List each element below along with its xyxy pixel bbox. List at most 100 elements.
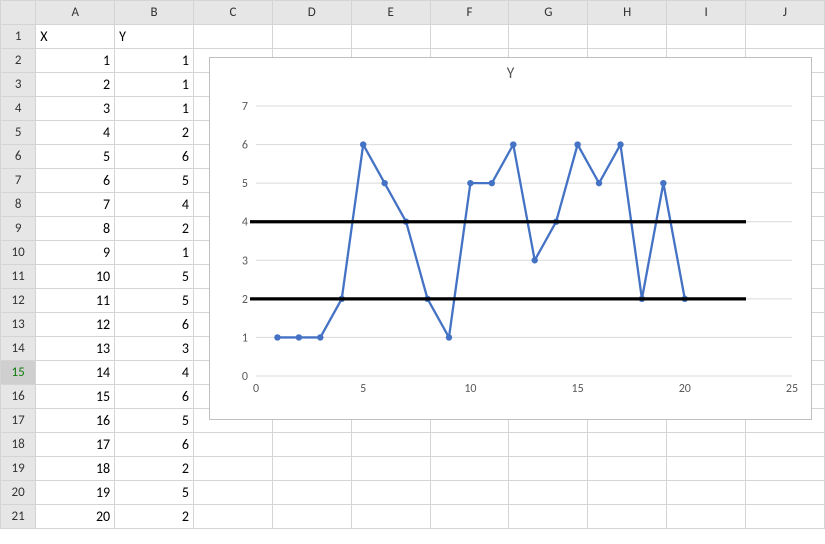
cell[interactable] (272, 505, 351, 529)
cell[interactable]: 9 (36, 241, 115, 265)
cell[interactable]: 16 (36, 409, 115, 433)
cell[interactable] (746, 25, 825, 49)
cell[interactable]: 3 (115, 337, 194, 361)
cell[interactable]: 1 (115, 241, 194, 265)
cell[interactable]: 5 (115, 409, 194, 433)
cell[interactable] (351, 505, 430, 529)
cell[interactable]: 17 (36, 433, 115, 457)
row-header[interactable]: 2 (1, 49, 36, 73)
row-header[interactable]: 12 (1, 289, 36, 313)
cell[interactable]: 1 (115, 49, 194, 73)
cell[interactable] (509, 481, 588, 505)
row-header[interactable]: 7 (1, 169, 36, 193)
cell[interactable] (746, 457, 825, 481)
cell[interactable]: 18 (36, 457, 115, 481)
column-header[interactable]: D (272, 1, 351, 25)
cell[interactable] (351, 481, 430, 505)
cell[interactable]: 3 (36, 97, 115, 121)
row-header[interactable]: 1 (1, 25, 36, 49)
row-header[interactable]: 21 (1, 505, 36, 529)
cell[interactable] (430, 481, 509, 505)
row-header[interactable]: 4 (1, 97, 36, 121)
row-header[interactable]: 17 (1, 409, 36, 433)
row-header[interactable]: 8 (1, 193, 36, 217)
row-header[interactable]: 9 (1, 217, 36, 241)
cell[interactable] (588, 505, 667, 529)
row-header[interactable]: 15 (1, 361, 36, 385)
column-header[interactable]: J (746, 1, 825, 25)
cell[interactable]: 5 (36, 145, 115, 169)
cell[interactable]: 8 (36, 217, 115, 241)
cell[interactable]: 12 (36, 313, 115, 337)
row-header[interactable]: 20 (1, 481, 36, 505)
select-all-corner[interactable] (1, 1, 36, 25)
cell[interactable]: 2 (115, 217, 194, 241)
cell[interactable] (351, 433, 430, 457)
row-header[interactable]: 19 (1, 457, 36, 481)
row-header[interactable]: 16 (1, 385, 36, 409)
cell[interactable] (194, 433, 273, 457)
cell[interactable] (272, 457, 351, 481)
cell[interactable]: 15 (36, 385, 115, 409)
cell[interactable] (588, 25, 667, 49)
cell[interactable] (667, 505, 746, 529)
cell[interactable] (430, 457, 509, 481)
cell[interactable] (588, 433, 667, 457)
cell[interactable]: 6 (36, 169, 115, 193)
cell[interactable]: 6 (115, 313, 194, 337)
embedded-chart[interactable]: Y 012345670510152025 (209, 57, 812, 420)
row-header[interactable]: 18 (1, 433, 36, 457)
column-header[interactable]: H (588, 1, 667, 25)
cell[interactable] (272, 481, 351, 505)
cell[interactable] (272, 433, 351, 457)
cell[interactable] (746, 505, 825, 529)
cell[interactable]: 1 (115, 97, 194, 121)
cell[interactable]: 11 (36, 289, 115, 313)
row-header[interactable]: 3 (1, 73, 36, 97)
cell[interactable] (509, 457, 588, 481)
cell[interactable] (746, 481, 825, 505)
cell[interactable] (430, 433, 509, 457)
cell[interactable]: 14 (36, 361, 115, 385)
column-header[interactable]: I (667, 1, 746, 25)
cell[interactable]: 4 (115, 193, 194, 217)
row-header[interactable]: 11 (1, 265, 36, 289)
cell[interactable] (351, 25, 430, 49)
cell[interactable]: 5 (115, 169, 194, 193)
column-header[interactable]: F (430, 1, 509, 25)
cell[interactable]: 6 (115, 145, 194, 169)
cell[interactable] (194, 505, 273, 529)
cell[interactable] (430, 25, 509, 49)
cell[interactable]: X (36, 25, 115, 49)
cell[interactable]: 7 (36, 193, 115, 217)
cell[interactable] (588, 481, 667, 505)
cell[interactable]: 2 (36, 73, 115, 97)
cell[interactable]: 4 (36, 121, 115, 145)
cell[interactable] (272, 25, 351, 49)
row-header[interactable]: 14 (1, 337, 36, 361)
cell[interactable] (509, 25, 588, 49)
cell[interactable]: 10 (36, 265, 115, 289)
cell[interactable]: 5 (115, 265, 194, 289)
row-header[interactable]: 6 (1, 145, 36, 169)
column-header[interactable]: E (351, 1, 430, 25)
cell[interactable] (667, 457, 746, 481)
column-header[interactable]: B (115, 1, 194, 25)
cell[interactable]: 6 (115, 385, 194, 409)
column-header[interactable]: A (36, 1, 115, 25)
cell[interactable] (194, 457, 273, 481)
cell[interactable] (194, 25, 273, 49)
cell[interactable] (746, 433, 825, 457)
cell[interactable]: 1 (115, 73, 194, 97)
cell[interactable] (667, 481, 746, 505)
cell[interactable]: 6 (115, 433, 194, 457)
cell[interactable]: 2 (115, 457, 194, 481)
cell[interactable] (430, 505, 509, 529)
cell[interactable]: 2 (115, 121, 194, 145)
cell[interactable]: 5 (115, 289, 194, 313)
row-header[interactable]: 5 (1, 121, 36, 145)
cell[interactable] (667, 433, 746, 457)
column-header[interactable]: C (194, 1, 273, 25)
cell[interactable] (667, 25, 746, 49)
cell[interactable] (351, 457, 430, 481)
